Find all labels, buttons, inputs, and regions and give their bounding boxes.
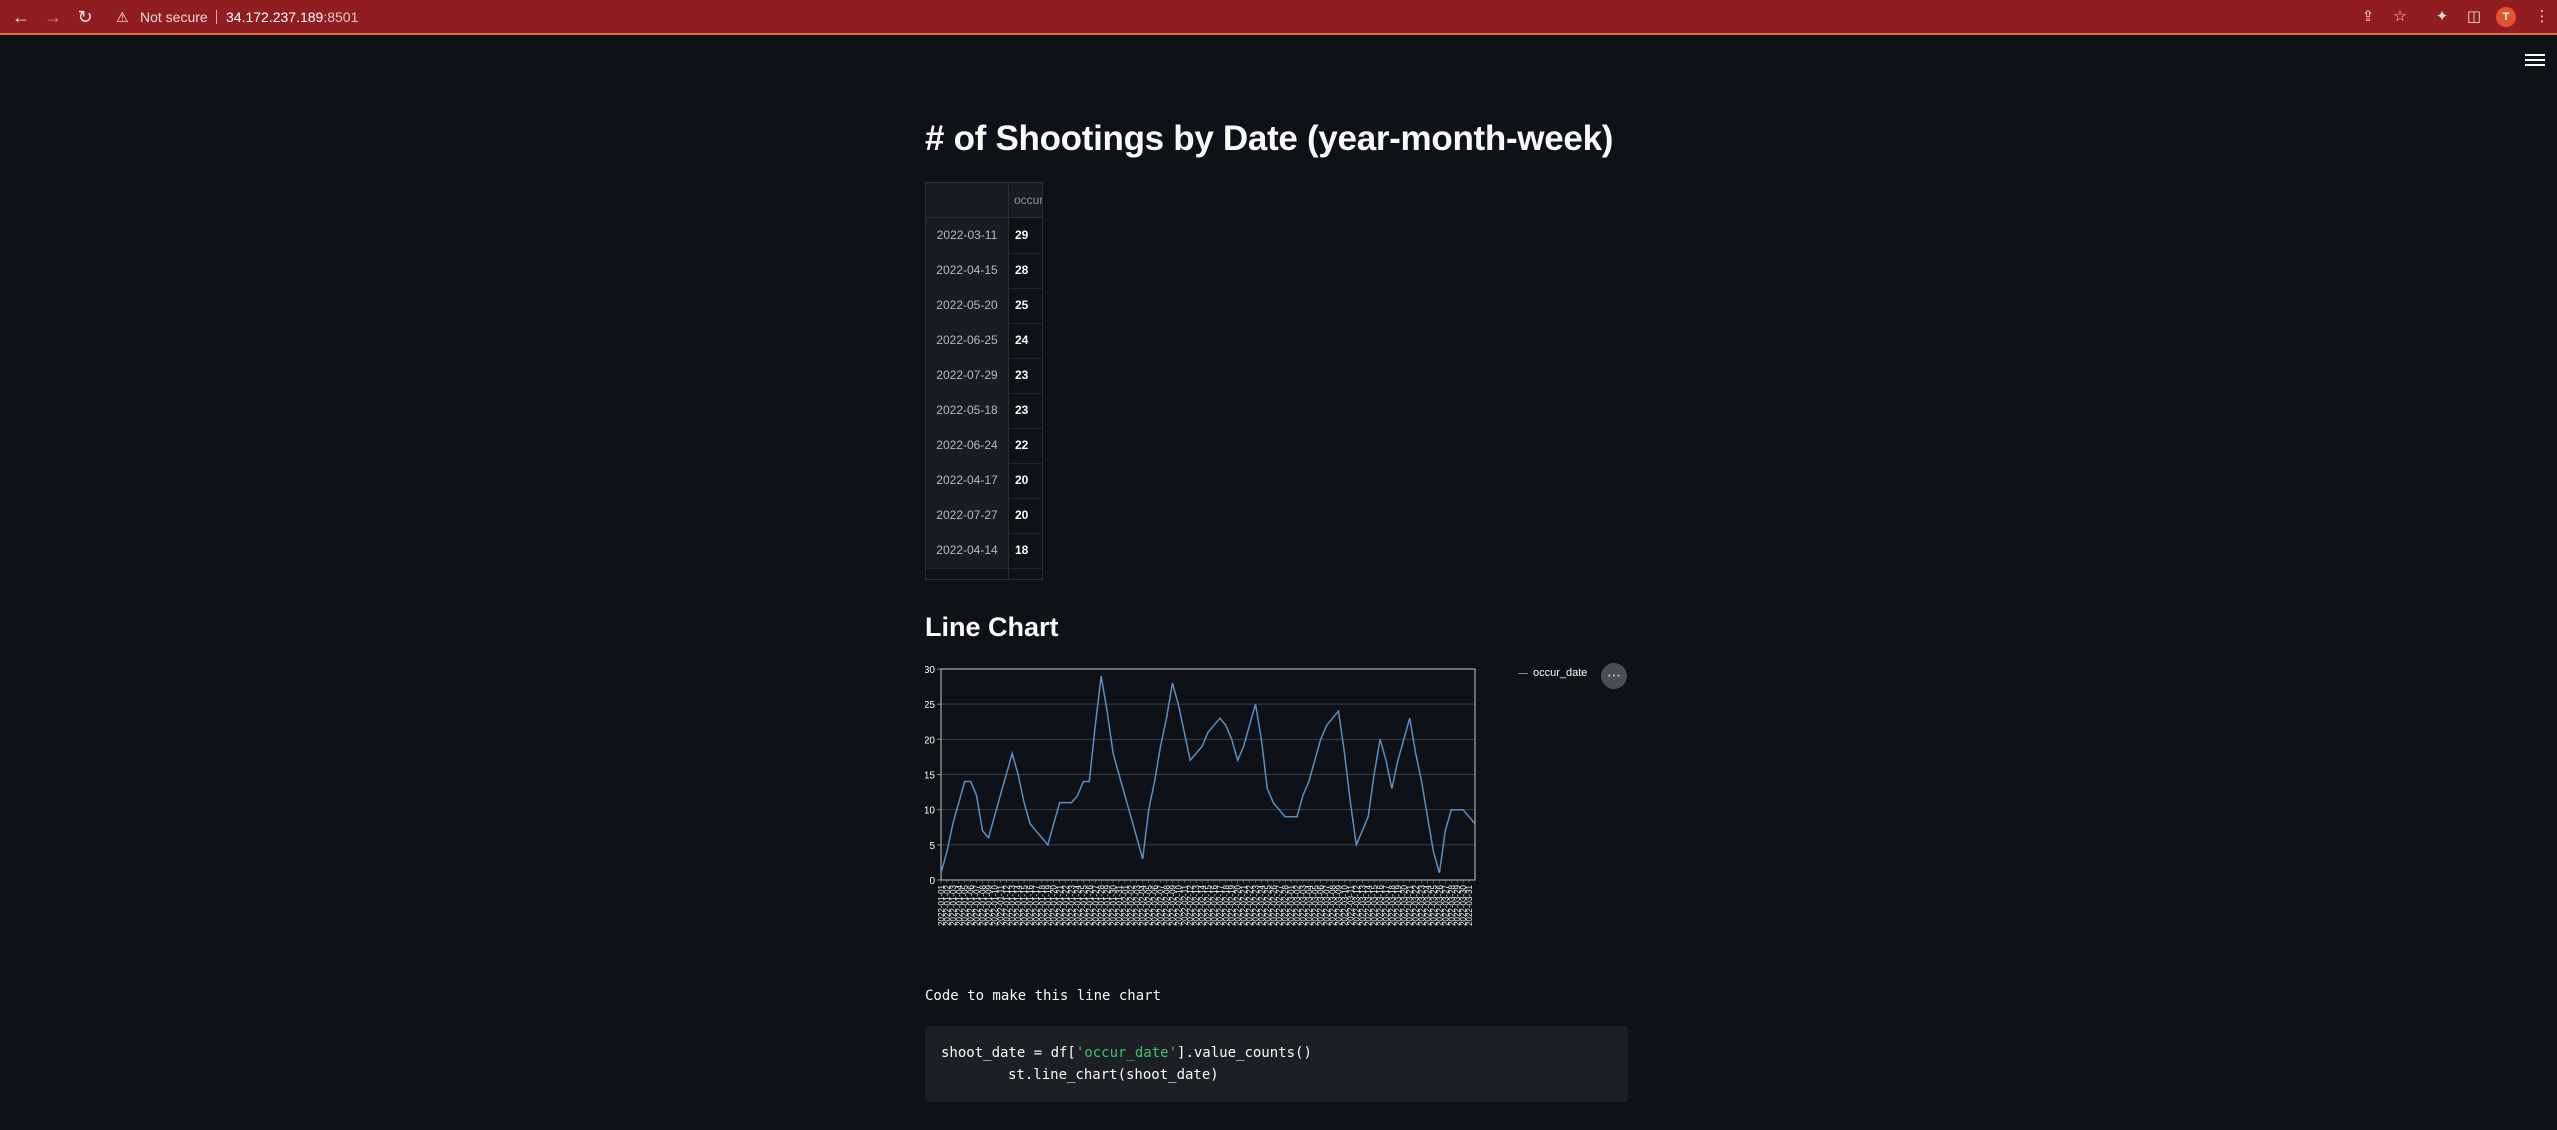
- column-header[interactable]: occur_date: [1014, 183, 1042, 217]
- row-index: 2022-04-17: [926, 463, 1008, 498]
- row-index: 2022-05-18: [926, 393, 1008, 428]
- row-value: 20: [1015, 508, 1029, 522]
- extensions-icon[interactable]: ✦: [2431, 6, 2453, 28]
- line-chart-heading: Line Chart: [925, 612, 1059, 642]
- star-icon[interactable]: ☆: [2389, 6, 2411, 28]
- table-row[interactable]: 2022-04-14 18: [926, 533, 1042, 569]
- code-block: shoot_date = df['occur_date'].value_coun…: [925, 1026, 1628, 1102]
- table-row[interactable]: 2022-07-27 20: [926, 498, 1042, 534]
- row-value: 25: [1015, 298, 1029, 312]
- row-index: 2022-05-20: [926, 288, 1008, 323]
- row-index: 2022-07-29: [926, 358, 1008, 393]
- table-row[interactable]: 2022-05-18 23: [926, 393, 1042, 429]
- row-value: 28: [1015, 263, 1029, 277]
- url-text[interactable]: 34.172.237.189:8501: [226, 6, 358, 28]
- row-value: 23: [1015, 403, 1029, 417]
- row-value: 20: [1015, 473, 1029, 487]
- table-row[interactable]: 2022-06-25 24: [926, 323, 1042, 359]
- code-line-2: st.line_chart(shoot_date): [1008, 1067, 1219, 1083]
- y-tick-label: 15: [925, 771, 935, 782]
- row-index: 2022-04-14: [926, 533, 1008, 568]
- browser-toolbar: ← → ↻ ⚠ Not secure 34.172.237.189:8501 ⇪…: [0, 0, 2557, 35]
- chart-options-button[interactable]: ⋯: [1601, 663, 1627, 689]
- table-row[interactable]: 2022-07-29 23: [926, 358, 1042, 394]
- code-segment: ].value_counts(): [1177, 1045, 1312, 1061]
- y-tick-label: 10: [925, 806, 935, 817]
- back-icon[interactable]: ←: [10, 6, 32, 28]
- side-panel-icon[interactable]: ◫: [2463, 6, 2485, 28]
- dataframe-header: occur_date: [926, 183, 1042, 218]
- table-row[interactable]: 2022-04-15 28: [926, 253, 1042, 289]
- address-divider: [216, 10, 217, 24]
- row-index: 2022-06-24: [926, 428, 1008, 463]
- security-label: Not secure: [140, 9, 208, 25]
- code-label: Code to make this line chart: [925, 988, 1162, 1004]
- row-value: 18: [1015, 543, 1029, 557]
- code-string: 'occur_date': [1075, 1045, 1178, 1061]
- code-line-1: shoot_date = df['occur_date'].value_coun…: [941, 1042, 1612, 1064]
- line-chart[interactable]: 0510152025302022-01-012022-01-022022-01-…: [925, 660, 1630, 950]
- row-index: 2022-03-11: [926, 218, 1008, 253]
- url-host: 34.172.237.189: [226, 9, 324, 25]
- y-tick-label: 20: [925, 735, 935, 746]
- dataframe[interactable]: occur_date 2022-03-11292022-04-15282022-…: [925, 182, 1043, 580]
- hamburger-menu-icon[interactable]: [2525, 51, 2545, 67]
- row-value: 24: [1015, 333, 1029, 347]
- legend-label[interactable]: occur_date: [1533, 667, 1587, 679]
- y-tick-label: 30: [925, 665, 935, 676]
- share-icon[interactable]: ⇪: [2357, 6, 2379, 28]
- x-tick-label: 2022-03-31: [1465, 884, 1474, 925]
- table-row[interactable]: 2022-04-17 20: [926, 463, 1042, 499]
- address-bar[interactable]: ⚠ Not secure 34.172.237.189:8501: [110, 6, 2340, 28]
- profile-avatar[interactable]: T: [2496, 7, 2516, 27]
- browser-menu-icon[interactable]: ⋮: [2531, 6, 2553, 28]
- reload-icon[interactable]: ↻: [74, 6, 96, 28]
- warning-icon: ⚠: [116, 9, 129, 25]
- code-segment: shoot_date = df[: [941, 1045, 1076, 1061]
- forward-icon[interactable]: →: [42, 6, 64, 28]
- row-value: 23: [1015, 368, 1029, 382]
- row-index: 2022-06-25: [926, 323, 1008, 358]
- legend-swatch: [1518, 673, 1528, 674]
- page-title: # of Shootings by Date (year-month-week): [925, 119, 1614, 158]
- table-row[interactable]: 2022-05-20 25: [926, 288, 1042, 324]
- row-value: 22: [1015, 438, 1029, 452]
- url-port: :8501: [323, 9, 359, 25]
- y-tick-label: 25: [925, 700, 935, 711]
- table-row[interactable]: 2022-06-24 22: [926, 428, 1042, 464]
- row-value: 29: [1015, 228, 1029, 242]
- y-tick-label: 5: [929, 841, 935, 852]
- row-index: 2022-04-15: [926, 253, 1008, 288]
- table-row[interactable]: 2022-03-11 29: [926, 218, 1042, 254]
- y-tick-label: 0: [929, 876, 935, 887]
- row-index: 2022-07-27: [926, 498, 1008, 533]
